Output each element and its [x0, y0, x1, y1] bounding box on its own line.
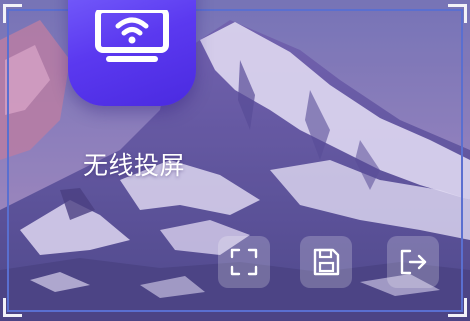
fullscreen-button[interactable] — [218, 236, 270, 288]
save-button[interactable] — [300, 236, 352, 288]
frame-corner-bottom-right — [448, 298, 467, 317]
exit-icon — [400, 249, 427, 275]
wireless-screen-cast-app-tile[interactable] — [68, 0, 196, 106]
save-icon — [313, 248, 340, 276]
exit-button[interactable] — [387, 236, 439, 288]
fullscreen-icon — [230, 248, 258, 276]
wireless-screen-cast-icon — [95, 10, 169, 62]
cast-screen: 无线投屏 — [0, 0, 470, 321]
frame-corner-bottom-left — [3, 298, 22, 317]
frame-corner-top-right — [448, 4, 467, 23]
app-label: 无线投屏 — [83, 151, 186, 180]
frame-corner-top-left — [3, 4, 22, 23]
